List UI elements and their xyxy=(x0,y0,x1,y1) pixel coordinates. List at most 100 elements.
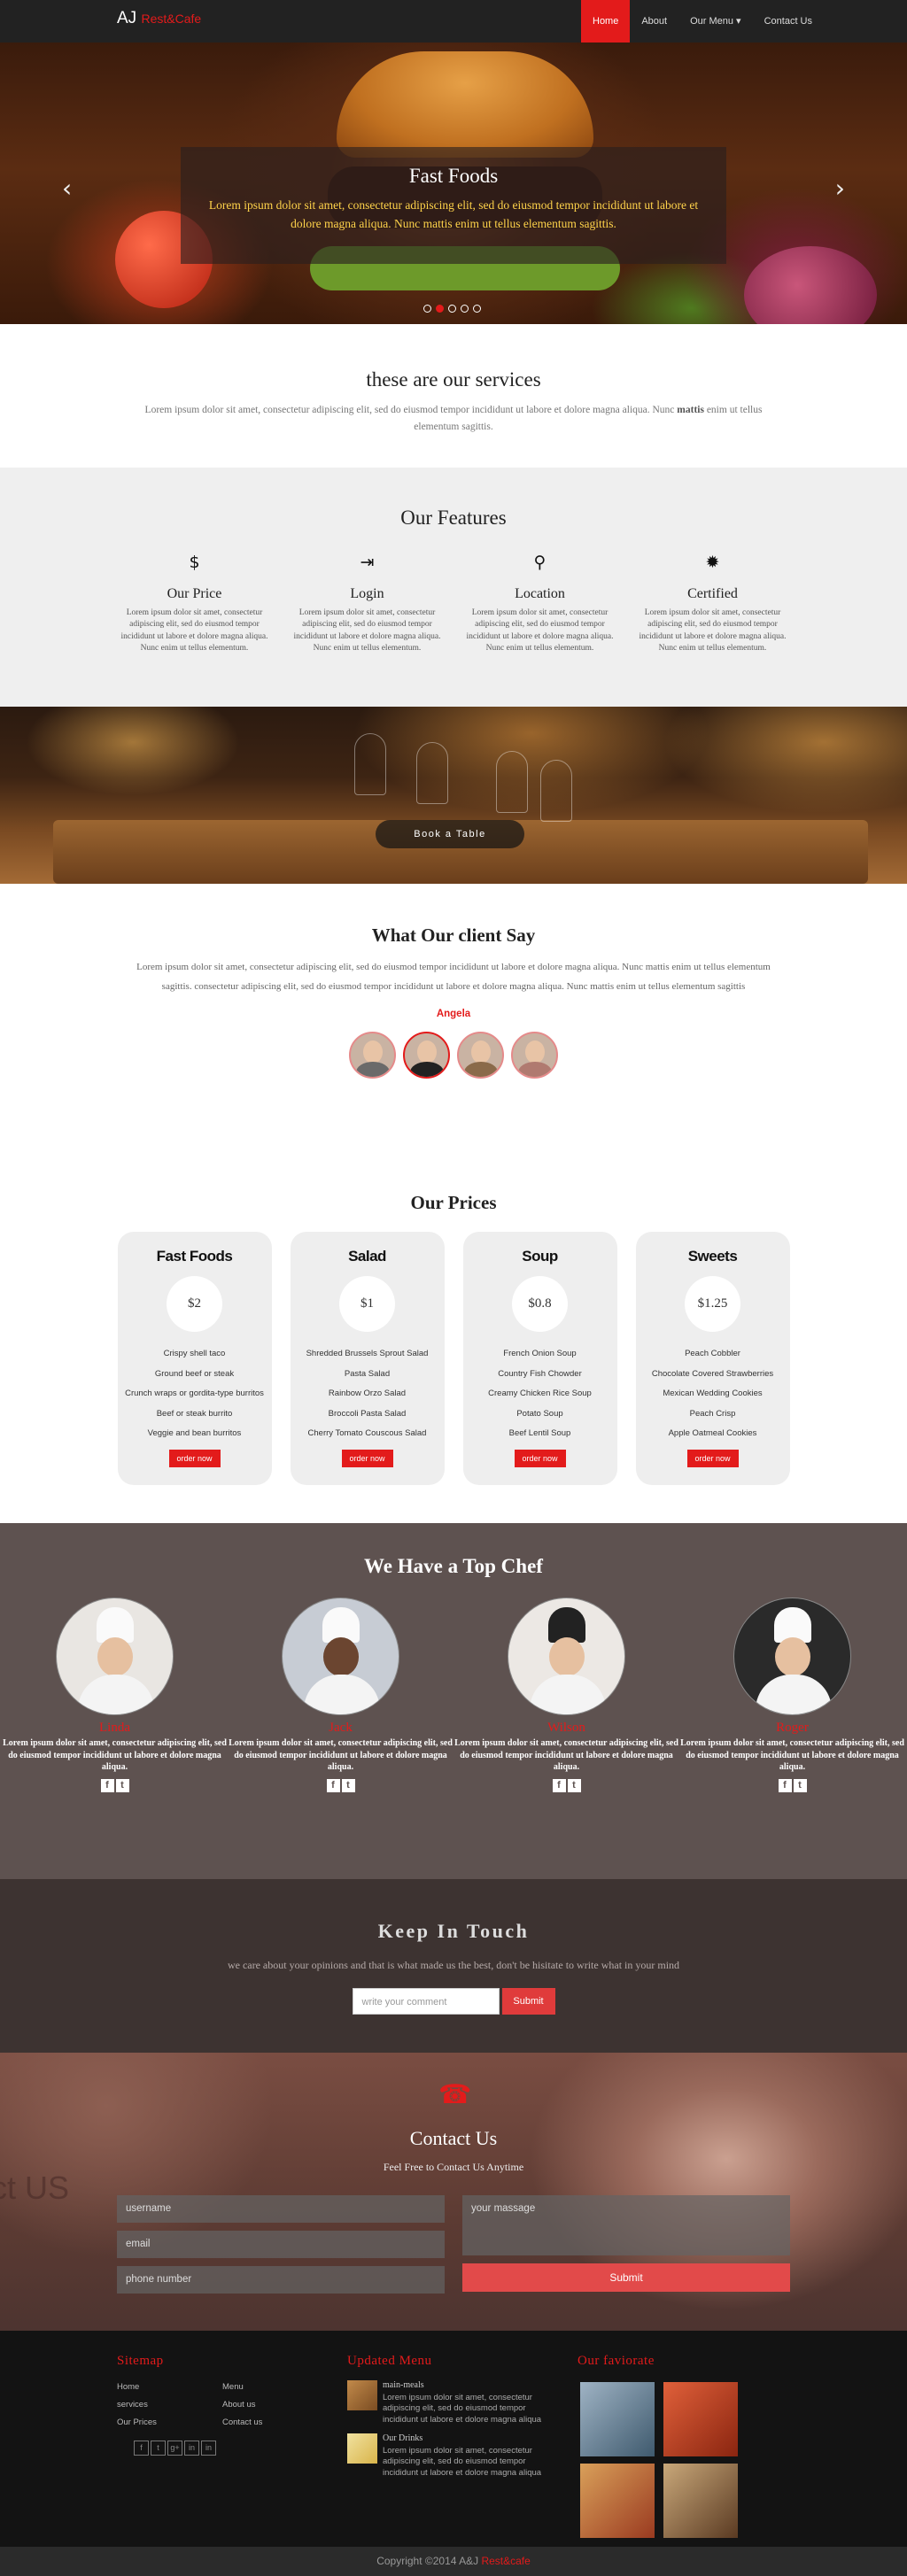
favorite-dish-image[interactable] xyxy=(580,2464,655,2538)
avatar[interactable] xyxy=(511,1032,558,1079)
chef-text: Lorem ipsum dolor sit amet, consectetur … xyxy=(454,1738,678,1772)
footer-link-home[interactable]: Home xyxy=(117,2382,139,2392)
chef-photo xyxy=(733,1597,851,1715)
features-title: Our Features xyxy=(400,507,507,529)
favorite-dish-image[interactable] xyxy=(663,2464,738,2538)
feature-text: Lorem ipsum dolor sit amet, consectetur … xyxy=(466,608,614,653)
order-now-button[interactable]: order now xyxy=(514,1449,566,1467)
price-item: Cherry Tomato Couscous Salad xyxy=(307,1428,427,1438)
price-card-soup: Soup $0.8 French Onion Soup Country Fish… xyxy=(462,1232,617,1485)
linkedin-icon[interactable]: in xyxy=(184,2441,199,2456)
comment-submit-button[interactable]: Submit xyxy=(501,1988,555,2015)
price-item: Apple Oatmeal Cookies xyxy=(668,1428,757,1438)
footer-link-contact-us[interactable]: Contact us xyxy=(222,2417,262,2427)
message-field[interactable]: your massage xyxy=(462,2195,790,2255)
brand-accent: Rest&Cafe xyxy=(141,12,202,26)
chefs-section: We Have a Top Chef Linda Lorem ipsum dol… xyxy=(0,1523,907,1879)
hero-image-onion xyxy=(744,246,877,324)
nav-home[interactable]: Home xyxy=(581,0,631,43)
chef-card: Linda Lorem ipsum dolor sit amet, consec… xyxy=(2,1597,228,1792)
facebook-icon[interactable]: f xyxy=(326,1778,340,1792)
price-card-salad: Salad $1 Shredded Brussels Sprout Salad … xyxy=(290,1232,445,1485)
book-table-banner: Book a Table xyxy=(0,707,907,884)
username-field[interactable]: username xyxy=(117,2195,445,2223)
chevron-right-icon[interactable]: › xyxy=(835,174,845,203)
keep-in-touch-section: Keep In Touch we care about your opinion… xyxy=(0,1879,907,2053)
facebook-icon[interactable]: f xyxy=(134,2441,149,2456)
carousel-dot[interactable] xyxy=(461,305,469,313)
book-table-button[interactable]: Book a Table xyxy=(376,820,524,848)
order-now-button[interactable]: order now xyxy=(686,1449,739,1467)
keep-in-touch-text: we care about your opinions and that is … xyxy=(227,1959,680,1971)
avatar[interactable] xyxy=(349,1032,396,1079)
order-now-button[interactable]: order now xyxy=(341,1449,393,1467)
copyright-accent: Rest&cafe xyxy=(481,2555,531,2567)
hero-caption: Fast Foods Lorem ipsum dolor sit amet, c… xyxy=(181,147,726,264)
price-item: Rainbow Orzo Salad xyxy=(328,1389,407,1398)
price-value: $1 xyxy=(339,1276,395,1332)
twitter-icon[interactable]: t xyxy=(151,2441,166,2456)
facebook-icon[interactable]: f xyxy=(100,1778,114,1792)
price-item: Peach Cobbler xyxy=(685,1349,740,1358)
footer-link-menu[interactable]: Menu xyxy=(222,2382,244,2392)
price-item: Chocolate Covered Strawberries xyxy=(651,1368,774,1379)
chef-name: Jack xyxy=(329,1721,353,1735)
feature-login: ⇥ Login Lorem ipsum dolor sit amet, cons… xyxy=(281,553,454,654)
price-card-title: Salad xyxy=(348,1248,386,1265)
order-now-button[interactable]: order now xyxy=(168,1449,221,1467)
carousel-dot[interactable] xyxy=(448,305,456,313)
linkedin-icon[interactable]: in xyxy=(201,2441,216,2456)
chef-text: Lorem ipsum dolor sit amet, consectetur … xyxy=(3,1738,227,1772)
avatar[interactable] xyxy=(457,1032,504,1079)
chef-text: Lorem ipsum dolor sit amet, consectetur … xyxy=(680,1738,904,1772)
hero-carousel: Fast Foods Lorem ipsum dolor sit amet, c… xyxy=(0,43,907,324)
updated-menu-title: Updated Menu xyxy=(347,2354,432,2368)
phone-field[interactable]: phone number xyxy=(117,2266,445,2294)
favorite-dish-image[interactable] xyxy=(663,2382,738,2456)
footer-link-services[interactable]: services xyxy=(117,2400,148,2410)
twitter-icon[interactable]: t xyxy=(115,1778,129,1792)
carousel-dot-active[interactable] xyxy=(436,305,444,313)
twitter-icon[interactable]: t xyxy=(567,1778,581,1792)
chevron-left-icon[interactable]: ‹ xyxy=(62,174,72,203)
carousel-dot[interactable] xyxy=(423,305,431,313)
contact-submit-button[interactable]: Submit xyxy=(462,2263,790,2292)
price-card-title: Soup xyxy=(522,1248,558,1265)
price-item: Crunch wraps or gordita-type burritos xyxy=(125,1389,264,1398)
comment-input[interactable]: write your comment xyxy=(352,1988,500,2015)
google-plus-icon[interactable]: g+ xyxy=(167,2441,182,2456)
footer-link-our-prices[interactable]: Our Prices xyxy=(117,2417,157,2427)
price-card-sweets: Sweets $1.25 Peach Cobbler Chocolate Cov… xyxy=(635,1232,790,1485)
brand-logo[interactable]: AJ Rest&Cafe xyxy=(117,9,201,28)
avatar-active[interactable] xyxy=(403,1032,450,1079)
nav-contact-us[interactable]: Contact Us xyxy=(753,0,824,43)
testimonial-author: Angela xyxy=(436,1009,471,1019)
chef-photo xyxy=(508,1597,625,1715)
email-field[interactable]: email xyxy=(117,2231,445,2258)
facebook-icon[interactable]: f xyxy=(552,1778,566,1792)
chef-name: Linda xyxy=(99,1721,130,1735)
hero-text: Lorem ipsum dolor sit amet, consectetur … xyxy=(208,198,699,230)
nav-our-menu-dropdown[interactable]: Our Menu ▾ xyxy=(678,0,753,43)
chef-card: Wilson Lorem ipsum dolor sit amet, conse… xyxy=(454,1597,679,1792)
facebook-icon[interactable]: f xyxy=(778,1778,792,1792)
twitter-icon[interactable]: t xyxy=(341,1778,355,1792)
price-card-title: Sweets xyxy=(687,1248,738,1265)
price-item: Beef Lentil Soup xyxy=(508,1428,571,1438)
chef-name: Roger xyxy=(776,1721,809,1735)
chef-card: Jack Lorem ipsum dolor sit amet, consect… xyxy=(228,1597,454,1792)
footer-link-about-us[interactable]: About us xyxy=(222,2400,256,2410)
nav-about[interactable]: About xyxy=(630,0,678,43)
phone-icon: ☎ xyxy=(438,2079,472,2110)
testimonial-text: Lorem ipsum dolor sit amet, consectetur … xyxy=(136,962,771,992)
carousel-dot[interactable] xyxy=(473,305,481,313)
twitter-icon[interactable]: t xyxy=(793,1778,807,1792)
brand-main: AJ xyxy=(117,9,137,27)
favorite-dish-image[interactable] xyxy=(580,2382,655,2456)
price-value: $0.8 xyxy=(512,1276,568,1332)
feature-location: ⚲ Location Lorem ipsum dolor sit amet, c… xyxy=(454,553,626,654)
chef-card: Roger Lorem ipsum dolor sit amet, consec… xyxy=(679,1597,905,1792)
services-title: these are our services xyxy=(366,368,541,391)
favorite-title: Our faviorate xyxy=(578,2354,655,2368)
price-item: Creamy Chicken Rice Soup xyxy=(488,1389,592,1398)
